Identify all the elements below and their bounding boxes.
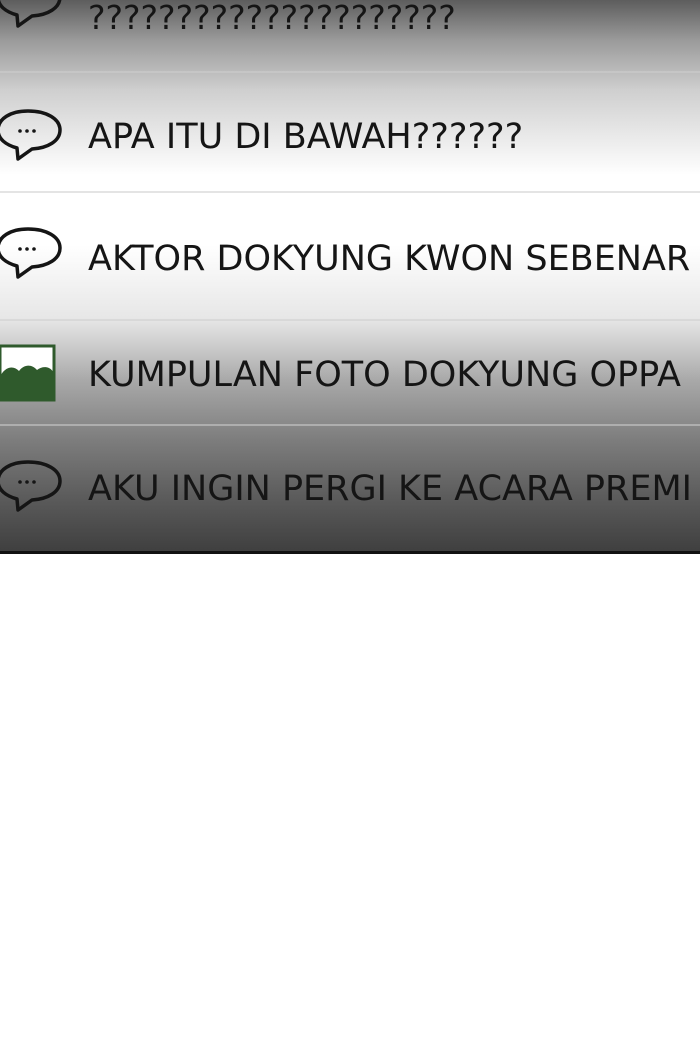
speech-bubble-icon <box>0 109 62 161</box>
speech-bubble-icon <box>0 227 62 279</box>
speech-bubble-icon <box>0 0 62 28</box>
item-title: AKU INGIN PERGI KE ACARA PREMI <box>88 469 692 509</box>
image-icon <box>0 344 56 402</box>
list-item[interactable]: AKU INGIN PERGI KE ACARA PREMI <box>0 426 700 551</box>
item-title: ????????????????????? <box>88 0 456 37</box>
list-item[interactable]: KUMPULAN FOTO DOKYUNG OPPA <box>0 321 700 426</box>
item-title: AKTOR DOKYUNG KWON SEBENAR <box>88 239 691 279</box>
list-item[interactable]: APA ITU DI BAWAH?????? <box>0 73 700 193</box>
speech-bubble-icon <box>0 460 62 512</box>
list-item[interactable]: AKTOR DOKYUNG KWON SEBENAR <box>0 193 700 321</box>
item-title: APA ITU DI BAWAH?????? <box>88 117 524 157</box>
item-title: KUMPULAN FOTO DOKYUNG OPPA <box>88 355 681 395</box>
list-item[interactable]: ????????????????????? <box>0 0 700 73</box>
message-list-panel: ????????????????????? APA ITU DI BAWAH??… <box>0 0 700 554</box>
